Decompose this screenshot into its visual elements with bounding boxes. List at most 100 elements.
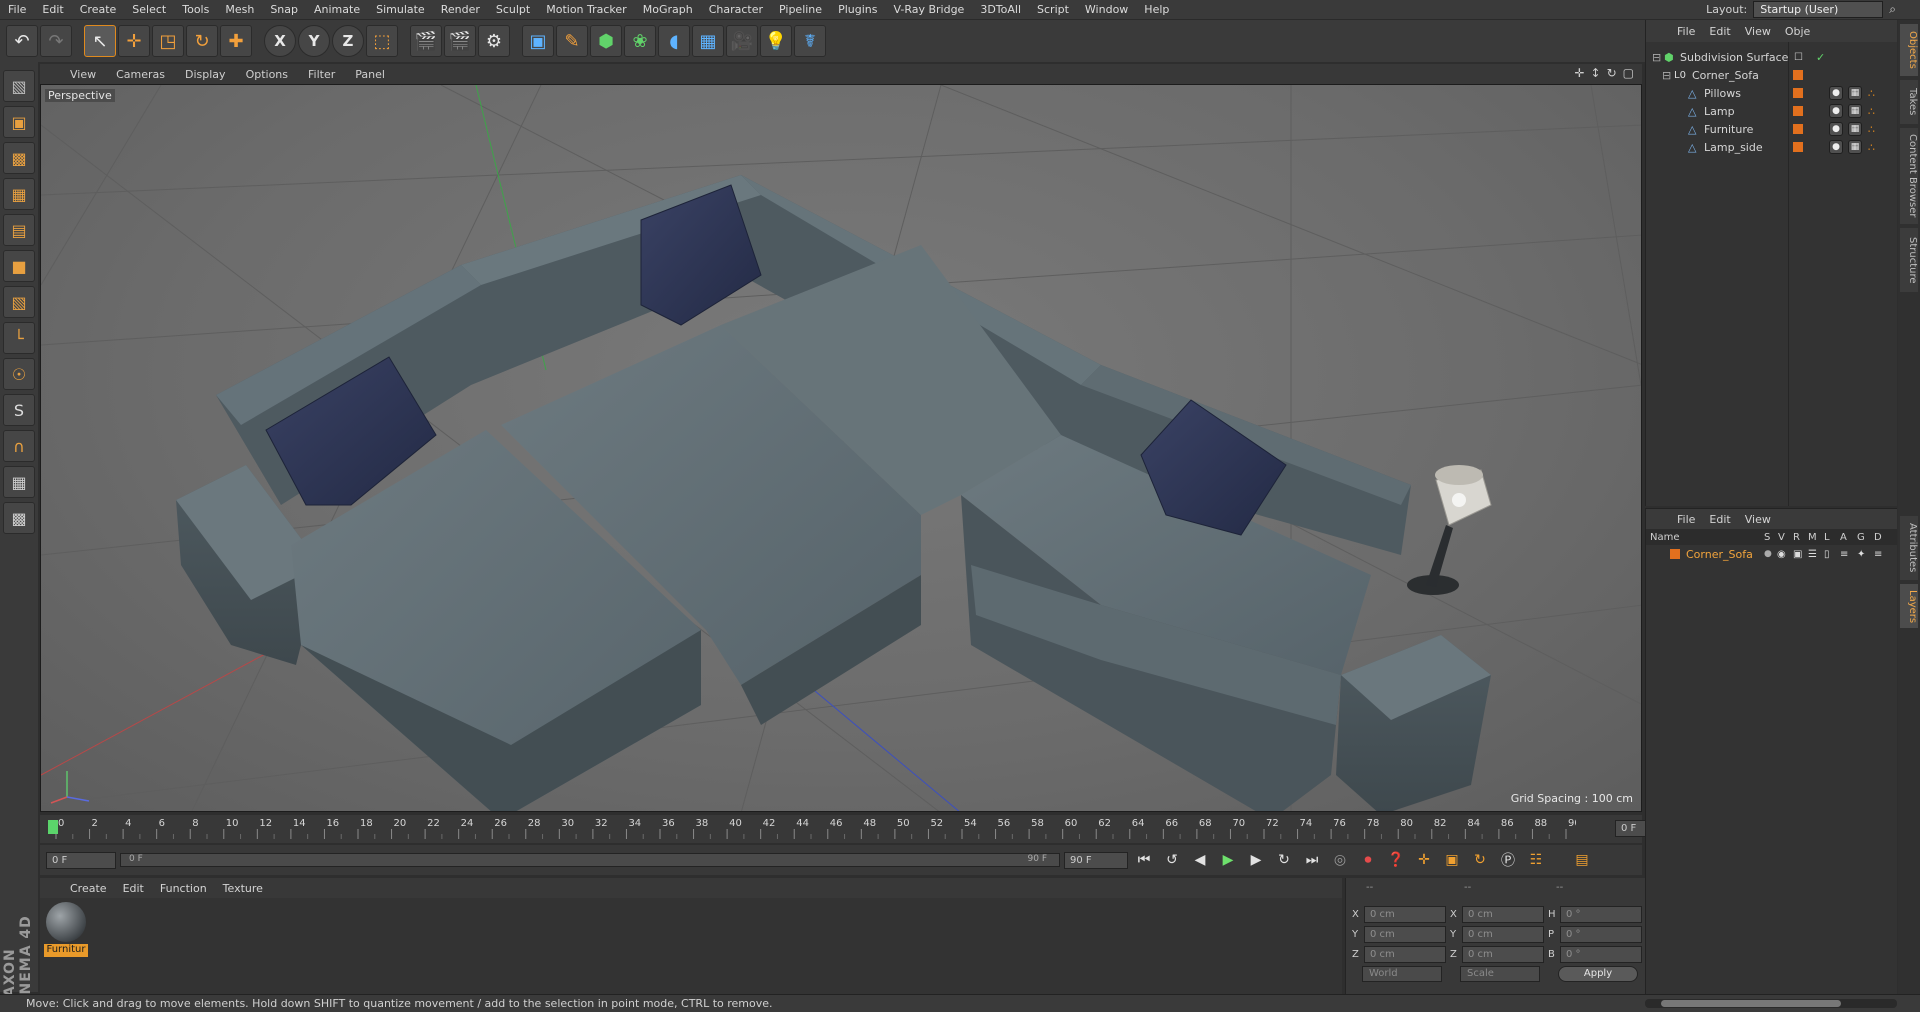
- collapse-icon[interactable]: ⊟: [1662, 69, 1671, 82]
- key-scale-icon[interactable]: ▣: [1440, 849, 1464, 871]
- pen-icon[interactable]: ✎: [556, 25, 588, 57]
- menu-tools[interactable]: Tools: [174, 0, 217, 20]
- tab-objects[interactable]: Objects: [1900, 24, 1918, 76]
- texture-tag-icon[interactable]: ▦: [1848, 104, 1862, 118]
- om-menu-view[interactable]: View: [1738, 25, 1778, 38]
- prev-frame-icon[interactable]: ◀: [1188, 849, 1212, 871]
- tweak-icon[interactable]: ☉: [3, 358, 35, 390]
- play-icon[interactable]: ▶: [1216, 849, 1240, 871]
- col-deformers[interactable]: D: [1874, 532, 1882, 543]
- render-view-icon[interactable]: 🎬: [410, 25, 442, 57]
- subdivision-icon[interactable]: ⬢: [590, 25, 622, 57]
- material-menu-edit[interactable]: Edit: [115, 882, 152, 895]
- menu-create[interactable]: Create: [72, 0, 125, 20]
- col-locked[interactable]: L: [1824, 532, 1830, 543]
- status-scrollbar[interactable]: [1645, 999, 1897, 1008]
- size-y-field[interactable]: 0 cm: [1462, 926, 1544, 943]
- lm-menu-file[interactable]: File: [1670, 513, 1702, 526]
- next-key-icon[interactable]: ↻: [1272, 849, 1296, 871]
- live-select-icon[interactable]: ↖: [84, 25, 116, 57]
- menu-window[interactable]: Window: [1077, 0, 1136, 20]
- col-render[interactable]: R: [1793, 532, 1800, 543]
- rotation-b-field[interactable]: 0 °: [1560, 946, 1642, 963]
- tab-content-browser[interactable]: Content Browser: [1900, 128, 1918, 224]
- cube-icon[interactable]: ▣: [522, 25, 554, 57]
- uvw-tag-icon[interactable]: ∴: [1868, 105, 1875, 118]
- coord-mode-dropdown[interactable]: Scale: [1460, 966, 1540, 982]
- apply-button[interactable]: Apply: [1558, 966, 1638, 982]
- object-row-lamp[interactable]: △ Lamp ● ▦ ∴: [1646, 102, 1898, 120]
- position-y-field[interactable]: 0 cm: [1364, 926, 1446, 943]
- prev-key-icon[interactable]: ↺: [1160, 849, 1184, 871]
- menu-file[interactable]: File: [0, 0, 34, 20]
- tab-structure[interactable]: Structure: [1900, 228, 1918, 292]
- timeline-window-icon[interactable]: ▤: [1570, 849, 1594, 871]
- grid-lock-icon[interactable]: ▦: [3, 466, 35, 498]
- lm-menu-edit[interactable]: Edit: [1702, 513, 1737, 526]
- menu-vray-bridge[interactable]: V-Ray Bridge: [885, 0, 972, 20]
- key-rotate-icon[interactable]: ↻: [1468, 849, 1492, 871]
- solo-toggle-icon[interactable]: ●: [1764, 549, 1772, 559]
- texture-mode-icon[interactable]: ▣: [3, 106, 35, 138]
- record-off-icon[interactable]: ◎: [1328, 849, 1352, 871]
- menu-render[interactable]: Render: [433, 0, 488, 20]
- timeline-ruler[interactable]: 0 2 4 6 8 10 12 14 16 18 20 22 24 26 28 30 32 34 36 38 40 42 4…: [40, 815, 1677, 843]
- layout-dropdown[interactable]: Startup (User): [1753, 1, 1884, 18]
- phong-tag-icon[interactable]: ●: [1829, 86, 1843, 100]
- layer-color-tag[interactable]: [1793, 70, 1803, 80]
- om-menu-objects[interactable]: Obje: [1778, 25, 1817, 38]
- col-solo[interactable]: S: [1764, 532, 1770, 543]
- col-name[interactable]: Name: [1650, 532, 1680, 543]
- axis-icon[interactable]: └: [3, 322, 35, 354]
- phong-tag-icon[interactable]: ●: [1829, 122, 1843, 136]
- menu-animate[interactable]: Animate: [306, 0, 368, 20]
- tab-attributes[interactable]: Attributes: [1900, 516, 1918, 580]
- menu-sculpt[interactable]: Sculpt: [488, 0, 538, 20]
- texture-tag-icon[interactable]: ▦: [1848, 86, 1862, 100]
- phong-tag-icon[interactable]: ●: [1829, 140, 1843, 154]
- dolly-icon[interactable]: ↕: [1591, 66, 1601, 80]
- tab-layers[interactable]: Layers: [1900, 584, 1918, 628]
- menu-plugins[interactable]: Plugins: [830, 0, 885, 20]
- object-row-pillows[interactable]: △ Pillows ● ▦ ∴: [1646, 84, 1898, 102]
- material-menu-function[interactable]: Function: [152, 882, 215, 895]
- scale-icon[interactable]: ◳: [152, 25, 184, 57]
- edges-mode-icon[interactable]: ▤: [3, 214, 35, 246]
- visibility-icon[interactable]: ☐: [1794, 52, 1803, 63]
- texture-tag-icon[interactable]: ▦: [1848, 122, 1862, 136]
- menu-mesh[interactable]: Mesh: [217, 0, 262, 20]
- om-menu-file[interactable]: File: [1670, 25, 1702, 38]
- menu-simulate[interactable]: Simulate: [368, 0, 433, 20]
- key-move-icon[interactable]: ✛: [1412, 849, 1436, 871]
- collapse-icon[interactable]: ⊟: [1652, 51, 1661, 64]
- key-pla-icon[interactable]: ☷: [1524, 849, 1548, 871]
- scrollbar-thumb[interactable]: [1661, 1000, 1841, 1007]
- goto-end-icon[interactable]: ⏭: [1300, 849, 1324, 871]
- material-menu-create[interactable]: Create: [62, 882, 115, 895]
- autokey-icon[interactable]: ❓: [1384, 849, 1408, 871]
- size-z-field[interactable]: 0 cm: [1462, 946, 1544, 963]
- render-picture-viewer-icon[interactable]: 🎬: [444, 25, 476, 57]
- pan-icon[interactable]: ✛: [1574, 66, 1584, 80]
- undo-icon[interactable]: ↶: [6, 25, 38, 57]
- layer-name[interactable]: Corner_Sofa: [1686, 548, 1753, 561]
- size-x-field[interactable]: 0 cm: [1462, 906, 1544, 923]
- phong-tag-icon[interactable]: ●: [1829, 104, 1843, 118]
- uvw-tag-icon[interactable]: ∴: [1868, 141, 1875, 154]
- col-generators[interactable]: G: [1857, 532, 1865, 543]
- col-manager[interactable]: M: [1808, 532, 1817, 543]
- search-icon[interactable]: ⌕: [1889, 2, 1896, 17]
- viewport-menu-options[interactable]: Options: [238, 68, 296, 81]
- playhead[interactable]: [48, 820, 58, 834]
- menu-script[interactable]: Script: [1029, 0, 1077, 20]
- frame-range-slider[interactable]: 0 F 90 F: [120, 853, 1060, 867]
- menu-edit[interactable]: Edit: [34, 0, 71, 20]
- uvw-tag-icon[interactable]: ∴: [1868, 87, 1875, 100]
- layer-color-tag[interactable]: [1793, 124, 1803, 134]
- om-menu-edit[interactable]: Edit: [1702, 25, 1737, 38]
- viewport[interactable]: Perspective Grid Spacing : 100 cm: [40, 84, 1642, 812]
- goto-start-icon[interactable]: ⏮: [1132, 849, 1156, 871]
- lm-menu-view[interactable]: View: [1738, 513, 1778, 526]
- col-view[interactable]: V: [1778, 532, 1785, 543]
- render-settings-icon[interactable]: ⚙: [478, 25, 510, 57]
